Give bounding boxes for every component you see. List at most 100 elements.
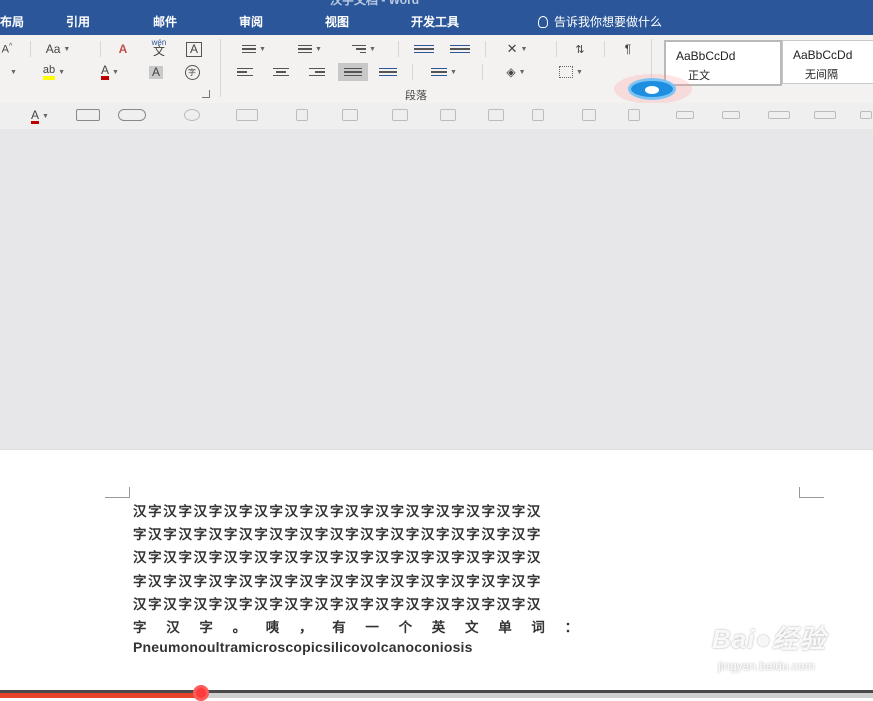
send-backward-icon[interactable] bbox=[392, 109, 408, 121]
separator bbox=[604, 41, 605, 57]
tab-review[interactable]: 审阅 bbox=[239, 13, 263, 30]
font-dialog-launcher-icon[interactable] bbox=[202, 90, 210, 98]
character-border-label: A bbox=[185, 41, 202, 57]
text-box-icon[interactable] bbox=[76, 109, 100, 121]
document-line: 字汉字汉字汉字汉字汉字汉字汉字汉字汉字汉字汉字汉字汉字 bbox=[133, 573, 543, 590]
tab-references[interactable]: 引用 bbox=[66, 13, 90, 30]
chevron-down-icon: ▼ bbox=[576, 68, 583, 76]
align-right-button[interactable] bbox=[304, 63, 330, 81]
distributed-button[interactable] bbox=[374, 63, 402, 81]
change-case-button[interactable]: Aa ▼ bbox=[40, 40, 76, 58]
clear-formatting-button[interactable]: A bbox=[110, 40, 136, 58]
chevron-down-icon: ▼ bbox=[518, 68, 526, 76]
increase-indent-icon bbox=[450, 44, 470, 54]
multilevel-list-button[interactable]: ▼ bbox=[342, 40, 386, 58]
align-center-button[interactable] bbox=[268, 63, 294, 81]
increase-indent-button[interactable] bbox=[446, 40, 474, 58]
line-spacing-button[interactable]: ▼ bbox=[420, 63, 468, 81]
selection-pane-icon[interactable] bbox=[440, 109, 456, 121]
font-menu-dropdown[interactable]: ▼ bbox=[0, 63, 24, 81]
shape-font-color-button[interactable]: A ▼ bbox=[18, 107, 62, 125]
phonetic-guide-button[interactable]: wén 文 bbox=[146, 38, 172, 58]
shape-outline-icon[interactable] bbox=[236, 109, 258, 121]
separator bbox=[482, 64, 483, 80]
borders-button[interactable]: ▼ bbox=[548, 63, 594, 81]
tab-developer[interactable]: 开发工具 bbox=[411, 13, 459, 30]
numbering-button[interactable]: ▼ bbox=[288, 40, 332, 58]
watermark-url: jingyan.baidu.com bbox=[718, 659, 815, 673]
document-body[interactable]: 汉字汉字汉字汉字汉字汉字汉字汉字汉字汉字汉字汉字汉字汉 字汉字汉字汉字汉字汉字汉… bbox=[133, 500, 801, 662]
title-bar: 汉字文档 - Word bbox=[0, 0, 873, 8]
chinese-layout-button[interactable]: ✕ ▼ bbox=[494, 40, 540, 58]
grow-font-button[interactable]: A^ bbox=[0, 40, 14, 58]
align-bottom-object-icon[interactable] bbox=[768, 111, 790, 119]
align-middle-object-icon[interactable] bbox=[722, 111, 740, 119]
align-objects-icon[interactable] bbox=[488, 109, 504, 121]
window-title: 汉字文档 - Word bbox=[330, 0, 420, 7]
separator bbox=[485, 41, 486, 57]
separator bbox=[100, 41, 101, 57]
font-color-button[interactable]: A ▼ bbox=[86, 63, 134, 81]
margin-corner-mark bbox=[799, 487, 824, 498]
tab-layout[interactable]: 布局 bbox=[0, 13, 24, 30]
change-case-label: Aa bbox=[45, 42, 61, 56]
style-sample: AaBbCcDd bbox=[676, 49, 736, 63]
enclose-characters-button[interactable]: 字 bbox=[178, 63, 206, 81]
align-left-object-icon[interactable] bbox=[532, 109, 544, 121]
align-center-object-icon[interactable] bbox=[582, 109, 596, 121]
chevron-down-icon: ▼ bbox=[10, 68, 17, 76]
shading-button[interactable]: ◈ ▼ bbox=[492, 63, 540, 81]
character-border-button[interactable]: A bbox=[181, 40, 207, 58]
progress-knob[interactable] bbox=[193, 685, 209, 701]
tab-view[interactable]: 视图 bbox=[325, 13, 349, 30]
chevron-down-icon: ▼ bbox=[42, 112, 49, 120]
separator bbox=[556, 41, 557, 57]
distributed-icon bbox=[379, 67, 397, 77]
show-marks-button[interactable]: ¶ bbox=[614, 40, 642, 58]
document-line: 汉字汉字汉字汉字汉字汉字汉字汉字汉字汉字汉字汉字汉字汉 bbox=[133, 504, 543, 520]
pilcrow-icon: ¶ bbox=[624, 42, 632, 56]
font-color-icon: A bbox=[31, 107, 40, 124]
chevron-down-icon: ▼ bbox=[259, 45, 266, 53]
phonetic-char: 文 bbox=[152, 44, 165, 58]
character-shading-icon: A bbox=[148, 65, 163, 79]
justify-icon bbox=[344, 67, 362, 77]
paragraph-group-label: 段落 bbox=[405, 90, 427, 102]
justify-button[interactable] bbox=[338, 63, 368, 81]
align-top-object-icon[interactable] bbox=[676, 111, 694, 119]
decrease-indent-icon bbox=[414, 44, 434, 54]
paint-bucket-icon: ◈ bbox=[506, 65, 516, 79]
chevron-down-icon: ▼ bbox=[315, 45, 322, 53]
edit-points-icon[interactable] bbox=[296, 109, 308, 121]
bring-forward-icon[interactable] bbox=[342, 109, 358, 121]
enclose-characters-icon: 字 bbox=[184, 64, 200, 80]
group-separator bbox=[220, 39, 221, 97]
sort-button[interactable]: ⇅ bbox=[566, 40, 594, 58]
shape-fill-icon[interactable] bbox=[184, 109, 200, 121]
bullets-button[interactable]: ▼ bbox=[232, 40, 276, 58]
chevron-down-icon: ▼ bbox=[58, 68, 66, 76]
distribute-vertical-icon[interactable] bbox=[860, 111, 872, 119]
drawing-tools-bar: A ▼ bbox=[0, 103, 873, 129]
align-right-object-icon[interactable] bbox=[628, 109, 640, 121]
align-left-icon bbox=[237, 67, 253, 77]
chevron-down-icon: ▼ bbox=[450, 68, 457, 76]
font-color-icon: A bbox=[101, 64, 110, 80]
highlighter-icon: ab bbox=[42, 64, 56, 80]
shapes-icon[interactable] bbox=[118, 109, 146, 121]
distribute-horizontal-icon[interactable] bbox=[814, 111, 836, 119]
tab-mailings[interactable]: 邮件 bbox=[153, 13, 177, 30]
progress-played bbox=[0, 693, 201, 698]
document-background bbox=[0, 129, 873, 449]
align-left-button[interactable] bbox=[232, 63, 258, 81]
separator bbox=[398, 41, 399, 57]
style-no-spacing[interactable]: AaBbCcDd 无间隔 bbox=[782, 40, 873, 84]
video-progress-bar[interactable] bbox=[0, 685, 873, 701]
tell-me-search[interactable]: 告诉我你想要做什么 bbox=[538, 13, 662, 30]
progress-remaining bbox=[201, 693, 873, 698]
highlight-color-button[interactable]: ab ▼ bbox=[30, 63, 78, 81]
lightbulb-icon bbox=[538, 15, 548, 28]
document-line: 汉字汉字汉字汉字汉字汉字汉字汉字汉字汉字汉字汉字汉字汉 bbox=[133, 596, 543, 613]
character-shading-button[interactable]: A bbox=[144, 63, 168, 81]
decrease-indent-button[interactable] bbox=[410, 40, 438, 58]
